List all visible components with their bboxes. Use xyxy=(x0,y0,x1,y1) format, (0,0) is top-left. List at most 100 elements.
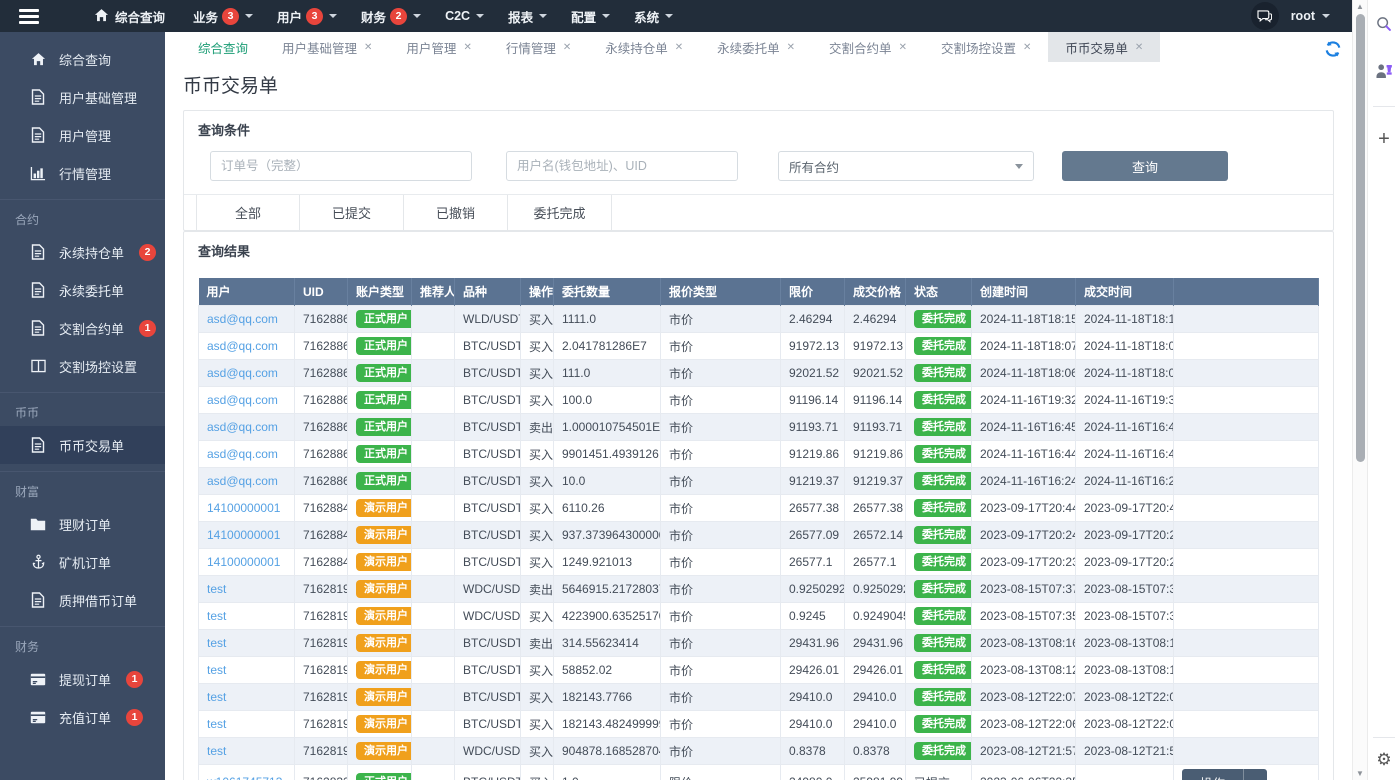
nav-menu-业务[interactable]: 业务 3 xyxy=(193,7,254,26)
tab-label: 交割场控设置 xyxy=(940,41,1016,56)
user-link[interactable]: asd@qq.com xyxy=(207,393,278,407)
contract-select[interactable]: 所有合约 xyxy=(778,151,1034,181)
scroll-up-arrow-icon[interactable]: ▲ xyxy=(1353,2,1367,11)
tab-币币交易单[interactable]: 币币交易单 ✕ xyxy=(1048,32,1161,62)
chevron-down-icon[interactable] xyxy=(1243,769,1267,780)
tab-close-icon[interactable]: ✕ xyxy=(364,42,372,53)
nav-menu-C2C[interactable]: C2C xyxy=(445,9,485,23)
sidebar-item-矿机订单[interactable]: 矿机订单 xyxy=(0,543,165,581)
account-type-badge: 正式用户 xyxy=(356,310,411,328)
user-link[interactable]: 14100000001 xyxy=(207,501,280,515)
tab-用户管理[interactable]: 用户管理 ✕ xyxy=(389,32,488,62)
user-link[interactable]: w1061745713 xyxy=(207,775,282,780)
sidebar-item-永续委托单[interactable]: 永续委托单 xyxy=(0,271,165,309)
nav-menu-系统[interactable]: 系统 xyxy=(634,7,674,26)
sidebar-item-行情管理[interactable]: 行情管理 xyxy=(0,154,165,192)
tab-close-icon[interactable]: ✕ xyxy=(1135,42,1143,53)
sidebar-item-用户管理[interactable]: 用户管理 xyxy=(0,116,165,154)
tab-close-icon[interactable]: ✕ xyxy=(675,42,683,53)
sidebar-item-交割场控设置[interactable]: 交割场控设置 xyxy=(0,347,165,385)
user-link[interactable]: test xyxy=(207,609,226,623)
sidebar-section-合约: 合约 xyxy=(0,199,165,233)
tab-close-icon[interactable]: ✕ xyxy=(1023,42,1031,53)
tab-永续委托单[interactable]: 永续委托单 ✕ xyxy=(700,32,812,62)
user-link[interactable]: test xyxy=(207,690,226,704)
tab-close-icon[interactable]: ✕ xyxy=(563,42,571,53)
nav-menu-报表[interactable]: 报表 xyxy=(508,7,548,26)
add-icon[interactable]: + xyxy=(1374,129,1394,149)
user-link[interactable]: test xyxy=(207,582,226,596)
username-label: root xyxy=(1290,9,1315,23)
dealt-time-cell: 2023-09-17T20:24:04 xyxy=(1075,521,1174,549)
sidebar-item-永续持仓单[interactable]: 永续持仓单 2 xyxy=(0,233,165,271)
user-link[interactable]: test xyxy=(207,744,226,758)
user-link[interactable]: asd@qq.com xyxy=(207,339,278,353)
user-link[interactable]: 14100000001 xyxy=(207,555,280,569)
chat-icon[interactable] xyxy=(1250,2,1279,30)
nav-menu-用户[interactable]: 用户 3 xyxy=(277,7,338,26)
tab-行情管理[interactable]: 行情管理 ✕ xyxy=(489,32,588,62)
tab-用户基础管理[interactable]: 用户基础管理 ✕ xyxy=(265,32,389,62)
tab-永续持仓单[interactable]: 永续持仓单 ✕ xyxy=(588,32,700,62)
tab-交割合约单[interactable]: 交割合约单 ✕ xyxy=(812,32,924,62)
chevron-down-icon xyxy=(602,14,611,18)
nav-menu-财务[interactable]: 财务 2 xyxy=(361,7,422,26)
user-link[interactable]: asd@qq.com xyxy=(207,474,278,488)
symbol-cell: WDC/USDT xyxy=(454,602,521,630)
vertical-scrollbar[interactable]: ▲ ▼ xyxy=(1352,0,1367,780)
user-link[interactable]: 14100000001 xyxy=(207,528,280,542)
sidebar-item-充值订单[interactable]: 充值订单 1 xyxy=(0,698,165,736)
hamburger-menu-icon[interactable] xyxy=(0,0,58,32)
user-link[interactable]: asd@qq.com xyxy=(207,366,278,380)
account-type-cell: 演示用户 xyxy=(347,629,412,657)
user-menu[interactable]: root xyxy=(1291,9,1330,23)
sidebar-item-质押借币订单[interactable]: 质押借币订单 xyxy=(0,581,165,619)
nav-menu-label: 财务 xyxy=(361,10,387,25)
order-id-input[interactable] xyxy=(210,151,472,181)
tab-close-icon[interactable]: ✕ xyxy=(787,42,795,53)
status-filter-已提交[interactable]: 已提交 xyxy=(300,195,404,230)
file-icon xyxy=(30,89,46,105)
user-name-input[interactable] xyxy=(506,151,738,181)
tab-close-icon[interactable]: ✕ xyxy=(463,42,471,53)
row-action-button[interactable]: 操作 xyxy=(1182,769,1268,780)
nav-menu-配置[interactable]: 配置 xyxy=(571,7,611,26)
search-icon[interactable] xyxy=(1374,14,1394,34)
quote-type-cell: 市价 xyxy=(660,710,781,738)
account-type-cell: 正式用户 xyxy=(347,764,412,780)
status-filter-已撤销[interactable]: 已撤销 xyxy=(404,195,508,230)
nav-home-link[interactable]: 综合查询 xyxy=(94,7,165,26)
status-filter-委托完成[interactable]: 委托完成 xyxy=(508,195,612,230)
dealt-time-cell: 2023-08-12T21:57:56 xyxy=(1075,737,1174,765)
settings-gear-icon[interactable]: ⚙ xyxy=(1374,750,1394,770)
sidebar-item-用户基础管理[interactable]: 用户基础管理 xyxy=(0,78,165,116)
user-link[interactable]: asd@qq.com xyxy=(207,447,278,461)
tab-交割场控设置[interactable]: 交割场控设置 ✕ xyxy=(924,32,1048,62)
status-badge: 委托完成 xyxy=(914,364,971,382)
members-icon[interactable] xyxy=(1374,60,1394,80)
user-link[interactable]: test xyxy=(207,663,226,677)
folder-icon xyxy=(30,516,46,532)
account-type-badge: 正式用户 xyxy=(356,364,411,382)
tab-close-icon[interactable]: ✕ xyxy=(899,42,907,53)
scroll-down-arrow-icon[interactable]: ▼ xyxy=(1353,769,1367,778)
user-link[interactable]: test xyxy=(207,717,226,731)
search-button[interactable]: 查询 xyxy=(1062,151,1228,181)
user-link[interactable]: test xyxy=(207,636,226,650)
sidebar-section-财务: 财务 xyxy=(0,626,165,660)
amount-cell: 9901451.4939126 xyxy=(553,440,661,468)
sidebar-item-提现订单[interactable]: 提现订单 1 xyxy=(0,660,165,698)
user-link[interactable]: asd@qq.com xyxy=(207,420,278,434)
user-link[interactable]: asd@qq.com xyxy=(207,312,278,326)
referrer-cell xyxy=(411,386,455,414)
status-cell: 委托完成 xyxy=(905,710,972,738)
tab-综合查询[interactable]: 综合查询 xyxy=(181,32,265,62)
sidebar-item-综合查询[interactable]: 综合查询 xyxy=(0,40,165,78)
chevron-down-icon xyxy=(476,14,485,18)
sidebar-item-币币交易单[interactable]: 币币交易单 xyxy=(0,426,165,464)
refresh-icon[interactable] xyxy=(1324,40,1342,58)
sidebar-item-理财订单[interactable]: 理财订单 xyxy=(0,505,165,543)
status-filter-全部[interactable]: 全部 xyxy=(196,195,300,230)
sidebar-item-交割合约单[interactable]: 交割合约单 1 xyxy=(0,309,165,347)
scrollbar-thumb[interactable] xyxy=(1355,14,1365,462)
